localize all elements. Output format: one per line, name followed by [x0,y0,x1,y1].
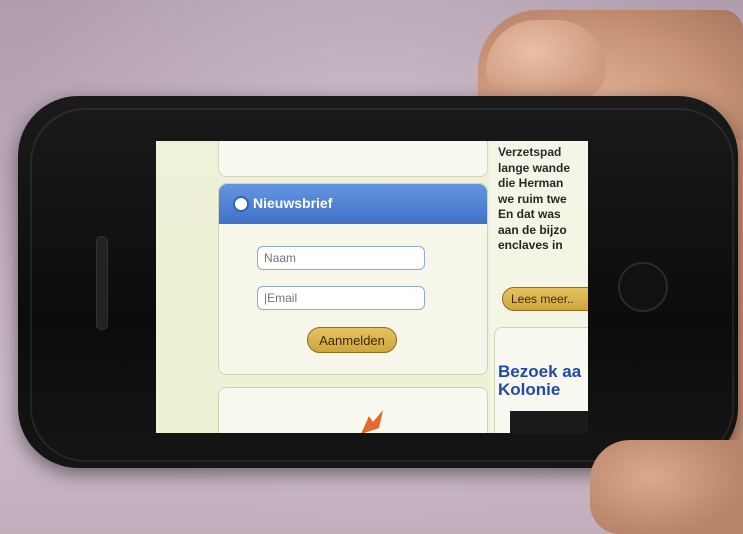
article-line: enclaves in [498,238,563,252]
bottom-card [218,387,488,433]
article-line: Verzetspad [498,145,562,159]
email-field[interactable] [257,286,425,310]
article-line: aan de bijzo [498,222,567,237]
visit-title-line1: Bezoek aa [498,362,582,381]
hand-bottom [590,440,743,534]
article-line: En dat was [498,207,561,221]
newsletter-card: Nieuwsbrief Aanmelden [218,183,488,375]
right-column: Verzetspad lange wande die Herman we rui… [490,141,588,433]
visit-title-line2: Kolonie [498,380,561,399]
left-column: Nieuwsbrief Aanmelden [156,141,488,433]
name-field[interactable] [257,246,425,270]
newsletter-header: Nieuwsbrief [219,184,487,224]
visit-card-title[interactable]: Bezoek aa Kolonie [498,363,581,399]
thumb [486,20,606,100]
newsletter-title: Nieuwsbrief [253,195,333,211]
article-line: die Herman [498,176,564,190]
top-card [218,141,488,177]
visit-card-image [510,411,588,433]
home-button[interactable] [618,262,668,312]
subscribe-button[interactable]: Aanmelden [307,327,397,353]
radio-icon[interactable] [233,196,249,212]
phone-screen: Nieuwsbrief Aanmelden Verzetspad lange w… [156,141,588,433]
article-line: we ruim twe [498,191,567,206]
logo-icon [361,410,383,433]
article-excerpt: Verzetspad lange wande die Herman we rui… [498,145,588,254]
read-more-button[interactable]: Lees meer.. [502,287,588,311]
earpiece-speaker [96,236,108,330]
article-line: lange wande [498,160,571,175]
